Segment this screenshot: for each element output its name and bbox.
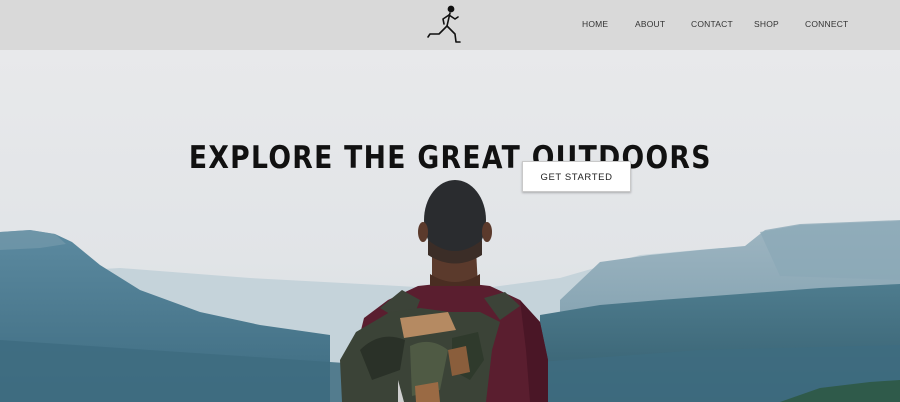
get-started-button[interactable]: GET STARTED — [522, 161, 631, 192]
site-header: HOME ABOUT CONTACT SHOP CONNECT — [0, 0, 900, 50]
nav-item-shop[interactable]: SHOP — [754, 19, 779, 29]
nav-item-home[interactable]: HOME — [582, 19, 608, 29]
nav-item-contact[interactable]: CONTACT — [691, 19, 733, 29]
nav-item-connect[interactable]: CONNECT — [805, 19, 848, 29]
hero-image — [0, 50, 900, 402]
hero-section: EXPLORE THE GREAT OUTDOORS — [0, 50, 900, 402]
hero-headline: EXPLORE THE GREAT OUTDOORS — [188, 140, 712, 176]
main-nav: HOME ABOUT CONTACT SHOP CONNECT — [0, 0, 900, 50]
nav-item-about[interactable]: ABOUT — [635, 19, 665, 29]
